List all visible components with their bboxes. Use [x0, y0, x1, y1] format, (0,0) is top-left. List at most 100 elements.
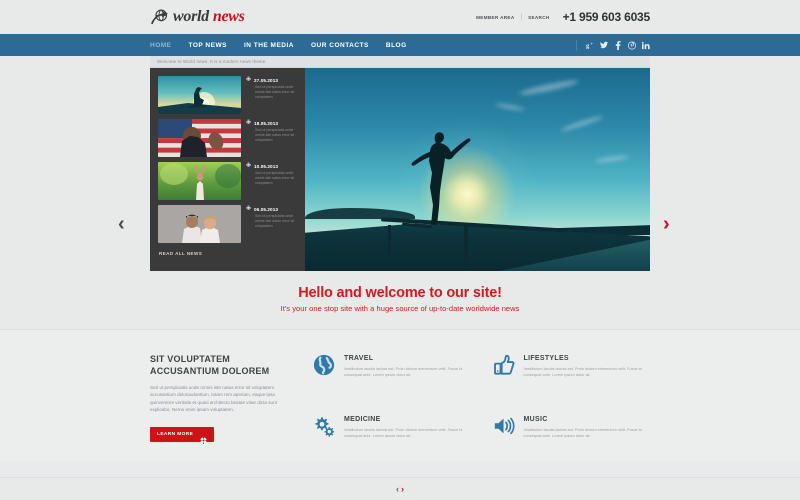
- feature-body: MUSIC Vestibulum iaculis lacinia est. Pr…: [524, 415, 651, 462]
- news-item-text: Sed ut perspiciatis unde omnis iste natu…: [255, 171, 295, 186]
- dancing-woman-thumb[interactable]: [158, 162, 241, 200]
- welcome-title: Hello and welcome to our site!: [298, 285, 502, 301]
- rail-leg: [387, 225, 391, 255]
- feature-medicine[interactable]: MEDICINE Vestibulum iaculis lacinia est.…: [313, 415, 471, 462]
- news-item-date-row: ✙ 06.05.2013: [246, 206, 299, 213]
- feature-title: TRAVEL: [344, 355, 374, 362]
- man-us-flag-thumb[interactable]: [158, 119, 241, 157]
- learn-more-button[interactable]: LEARN MORE: [150, 426, 215, 444]
- news-item-date-row: ✙ 18.05.2013: [246, 120, 299, 127]
- feature-title: MEDICINE: [344, 416, 381, 423]
- footer-next-arrow[interactable]: ›: [401, 484, 404, 494]
- main-navigation: HOME TOP NEWS IN THE MEDIA OUR CONTACTS …: [0, 34, 800, 56]
- about-heading: SIT VOLUPTATEM ACCUSANTIUM DOLOREM: [150, 354, 270, 376]
- top-bar-separator: |: [520, 14, 523, 20]
- couple-portrait-thumb[interactable]: [158, 205, 241, 243]
- feature-body: MEDICINE Vestibulum iaculis lacinia est.…: [344, 415, 471, 462]
- top-bar: world news MEMBER AREA | SEARCH +1 959 6…: [0, 0, 800, 34]
- speaker-icon: [493, 415, 515, 437]
- feature-lifestyles[interactable]: LIFESTYLES Vestibulum iaculis lacinia es…: [493, 354, 651, 401]
- nav-item-home[interactable]: HOME: [150, 42, 172, 49]
- news-item-body: ✙ 06.05.2013 Sed ut perspiciatis unde om…: [246, 205, 299, 243]
- news-item-body: ✙ 18.05.2013 Sed ut perspiciatis unde om…: [246, 119, 299, 157]
- slider-prev-arrow[interactable]: ‹: [118, 214, 125, 234]
- google-plus-icon[interactable]: g +: [586, 41, 594, 50]
- nav-links: HOME TOP NEWS IN THE MEDIA OUR CONTACTS …: [150, 42, 407, 49]
- phone-number: +1 959 603 6035: [562, 10, 651, 24]
- hero-image[interactable]: [305, 68, 650, 271]
- arrow-bullet-icon: ✙: [246, 163, 252, 169]
- footer-pagination: ‹ ›: [0, 477, 800, 500]
- rail-leg: [463, 223, 468, 271]
- nav-item-blog[interactable]: BLOG: [386, 42, 407, 49]
- welcome-headline-section: Hello and welcome to our site! It's your…: [0, 271, 800, 330]
- news-list-item[interactable]: ✙ 06.05.2013 Sed ut perspiciatis unde om…: [158, 205, 299, 243]
- news-list-item[interactable]: ✙ 27.05.2013 Sed ut perspiciatis unde om…: [158, 76, 299, 114]
- pinterest-icon[interactable]: [628, 41, 636, 50]
- slider-next-arrow[interactable]: ›: [663, 214, 670, 234]
- news-item-date-row: ✙ 27.05.2013: [246, 77, 299, 84]
- top-bar-right: MEMBER AREA | SEARCH +1 959 603 6035: [476, 10, 650, 24]
- member-area-link[interactable]: MEMBER AREA: [476, 15, 514, 20]
- social-divider: [576, 39, 577, 51]
- about-body: Sed ut perspiciatis unde omnis iste natu…: [150, 385, 277, 413]
- news-list-item[interactable]: ✙ 10.05.2013 Sed ut perspiciatis unde om…: [158, 162, 299, 200]
- arrow-bullet-icon: ✙: [246, 206, 252, 212]
- read-all-news-link[interactable]: READ ALL NEWS: [158, 251, 299, 256]
- welcome-subtitle: It's your one stop site with a huge sour…: [280, 304, 520, 313]
- svg-text:g: g: [586, 42, 590, 49]
- nav-item-top-news[interactable]: TOP NEWS: [189, 42, 227, 49]
- skateboarder-silhouette: [409, 121, 473, 225]
- feature-title: LIFESTYLES: [523, 355, 569, 362]
- globe-arrow-icon: [150, 9, 169, 26]
- globe-icon: [313, 354, 335, 376]
- feature-text: Vestibulum iaculis lacinia est. Proin di…: [344, 427, 463, 438]
- arrow-bullet-icon: ✙: [246, 77, 252, 83]
- gear-icon: [200, 431, 208, 444]
- content-section: SIT VOLUPTATEM ACCUSANTIUM DOLOREM Sed u…: [0, 330, 800, 462]
- site-logo[interactable]: world news: [150, 9, 245, 26]
- news-item-date: 10.05.2013: [254, 164, 279, 169]
- about-column: SIT VOLUPTATEM ACCUSANTIUM DOLOREM Sed u…: [150, 354, 295, 462]
- footer-prev-arrow[interactable]: ‹: [396, 484, 399, 494]
- news-item-date: 18.05.2013: [254, 121, 279, 126]
- svg-text:+: +: [590, 42, 593, 47]
- news-item-date: 27.05.2013: [254, 78, 279, 83]
- twitter-icon[interactable]: [600, 41, 608, 50]
- news-item-text: Sed ut perspiciatis unde omnis iste natu…: [255, 85, 295, 100]
- news-list-item[interactable]: ✙ 18.05.2013 Sed ut perspiciatis unde om…: [158, 119, 299, 157]
- news-item-text: Sed ut perspiciatis unde omnis iste natu…: [255, 128, 295, 143]
- arrow-bullet-icon: ✙: [246, 120, 252, 126]
- feature-title: MUSIC: [523, 416, 548, 423]
- feature-music[interactable]: MUSIC Vestibulum iaculis lacinia est. Pr…: [493, 415, 651, 462]
- logo-word-world: world: [173, 8, 209, 25]
- welcome-text: Welcome to World news. It is a modern ne…: [157, 59, 267, 64]
- hero-slider-section: Welcome to World news. It is a modern ne…: [0, 56, 800, 271]
- feature-body: LIFESTYLES Vestibulum iaculis lacinia es…: [524, 354, 651, 401]
- logo-word-news: news: [212, 8, 245, 25]
- news-item-body: ✙ 10.05.2013 Sed ut perspiciatis unde om…: [246, 162, 299, 200]
- social-links: g +: [576, 39, 650, 51]
- nav-item-in-the-media[interactable]: IN THE MEDIA: [244, 42, 294, 49]
- news-item-body: ✙ 27.05.2013 Sed ut perspiciatis unde om…: [246, 76, 299, 114]
- news-list-panel: ✙ 27.05.2013 Sed ut perspiciatis unde om…: [150, 68, 305, 271]
- page-root: world news MEMBER AREA | SEARCH +1 959 6…: [0, 0, 800, 500]
- learn-more-label: LEARN MORE: [157, 431, 194, 437]
- news-item-date-row: ✙ 10.05.2013: [246, 163, 299, 170]
- gears-icon: [313, 415, 335, 437]
- facebook-icon[interactable]: [614, 40, 622, 50]
- feature-text: Vestibulum iaculis lacinia est. Proin di…: [523, 366, 642, 377]
- welcome-bar: Welcome to World news. It is a modern ne…: [150, 56, 650, 68]
- news-item-text: Sed ut perspiciatis unde omnis iste natu…: [255, 214, 295, 229]
- hero-slider: ✙ 27.05.2013 Sed ut perspiciatis unde om…: [150, 68, 650, 271]
- linkedin-icon[interactable]: [642, 41, 650, 50]
- news-item-date: 06.05.2013: [254, 207, 279, 212]
- thumbs-up-icon: [493, 354, 515, 376]
- search-link[interactable]: SEARCH: [528, 15, 550, 20]
- feature-body: TRAVEL Vestibulum iaculis lacinia est. P…: [344, 354, 471, 401]
- feature-travel[interactable]: TRAVEL Vestibulum iaculis lacinia est. P…: [313, 354, 471, 401]
- feature-text: Vestibulum iaculis lacinia est. Proin di…: [523, 427, 642, 438]
- feature-text: Vestibulum iaculis lacinia est. Proin di…: [344, 366, 463, 377]
- skateboarder-sunset-thumb[interactable]: [158, 76, 241, 114]
- nav-item-our-contacts[interactable]: OUR CONTACTS: [311, 42, 369, 49]
